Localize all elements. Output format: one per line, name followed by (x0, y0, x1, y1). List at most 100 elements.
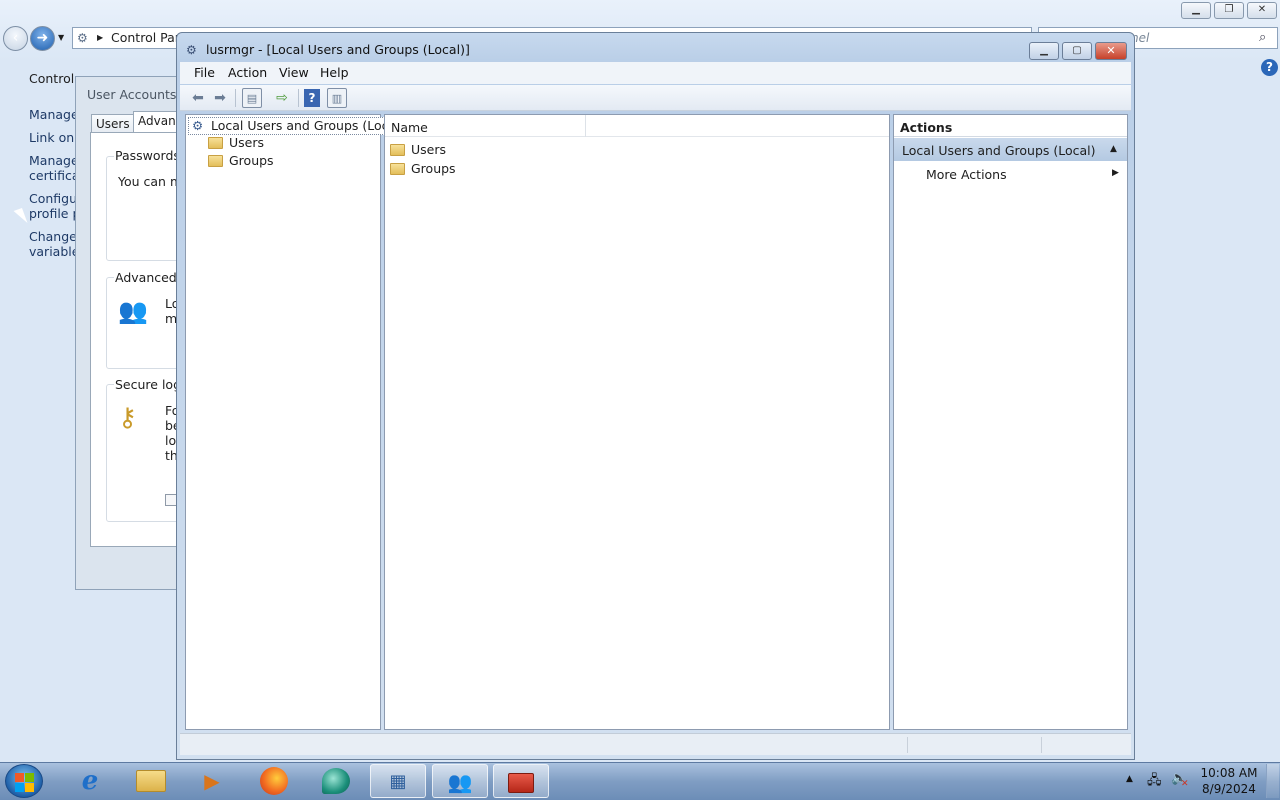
secure-logon-label: Secure logo (114, 377, 184, 392)
collapse-triangle-icon[interactable]: ▲ (1110, 144, 1117, 154)
key-icon: ⚷ (118, 403, 138, 433)
user-accounts-dialog: User Accounts Users Advanc Passwords You… (75, 76, 185, 590)
toolbar-separator (235, 89, 236, 107)
show-hide-tree-icon[interactable]: ▤ (242, 88, 262, 108)
tree-node-groups-label: Groups (229, 153, 274, 168)
file-explorer-icon[interactable] (123, 764, 179, 798)
search-icon[interactable]: ⌕ (1259, 30, 1266, 45)
cp-minimize-button[interactable]: ▁ (1181, 2, 1211, 19)
muted-x-icon: ✕ (1181, 779, 1189, 789)
minimize-button[interactable]: ▁ (1029, 42, 1059, 60)
tree-root-label: Local Users and Groups (Local) (211, 118, 405, 133)
console-tree: ⚙ Local Users and Groups (Local) Users G… (185, 114, 409, 730)
tree-node-users[interactable]: Users (208, 135, 264, 151)
cp-restore-button[interactable]: ❐ (1214, 2, 1244, 19)
control-panel-icon: ⚙ (77, 31, 88, 45)
cp-close-button[interactable]: ✕ (1247, 2, 1277, 19)
close-button[interactable]: ✕ (1095, 42, 1127, 60)
toolbox-icon (508, 773, 534, 793)
cp-link-certificates[interactable]: certificat (29, 168, 79, 183)
cp-link-variables[interactable]: variables (29, 244, 79, 259)
cp-link-change[interactable]: Change (29, 229, 79, 244)
windows-logo-icon (25, 773, 34, 782)
control-panel-task-icon[interactable]: ▦ (370, 764, 426, 798)
menu-view[interactable]: View (279, 65, 309, 80)
results-list: Name Users Groups (384, 114, 890, 730)
tree-root-local-users-groups[interactable]: ⚙ Local Users and Groups (Local) (188, 117, 409, 135)
cp-home-link[interactable]: Control P (29, 71, 79, 86)
menu-help[interactable]: Help (320, 65, 349, 80)
firefox-icon[interactable] (246, 764, 302, 798)
control-panel-titlebar: ▁ ❐ ✕ (0, 0, 1280, 24)
folder-icon (136, 770, 166, 792)
forward-button[interactable]: ➜ (30, 26, 55, 51)
toolbar: ⬅ ➡ ▤ ⇨ ? ▥ (180, 85, 1131, 111)
column-divider[interactable] (585, 115, 586, 137)
menu-file[interactable]: File (194, 65, 215, 80)
recent-pages-icon[interactable]: ▼ (58, 33, 64, 42)
folder-icon (208, 137, 223, 149)
show-hide-action-pane-icon[interactable]: ▥ (327, 88, 347, 108)
actions-title: Actions (900, 120, 953, 135)
list-item[interactable]: Users (390, 142, 446, 157)
forward-arrow-icon[interactable]: ➡ (210, 88, 230, 108)
more-actions-item[interactable]: More Actions (926, 167, 1007, 182)
internet-explorer-icon[interactable]: e (62, 764, 118, 798)
windows-logo-icon (25, 783, 34, 792)
list-item[interactable]: Groups (390, 161, 456, 176)
passwords-group (106, 156, 184, 261)
status-divider (907, 737, 908, 753)
show-hidden-icons-icon[interactable]: ▲ (1126, 774, 1133, 784)
folder-icon (390, 144, 405, 156)
status-divider (1041, 737, 1042, 753)
cp-link-manage[interactable]: Manage (29, 107, 79, 122)
folder-icon (208, 155, 223, 167)
menu-bar: File Action View Help (180, 62, 1131, 84)
media-player-icon[interactable]: ▶ (184, 764, 240, 798)
breadcrumb-arrow-icon[interactable]: ▶ (97, 28, 103, 48)
app-5-icon[interactable] (308, 764, 364, 798)
tree-node-users-label: Users (229, 135, 265, 150)
export-list-icon[interactable]: ⇨ (272, 88, 292, 108)
back-arrow-icon[interactable]: ⬅ (188, 88, 208, 108)
user-accounts-task-icon[interactable]: 👥 (432, 764, 488, 798)
actions-section-header[interactable]: Local Users and Groups (Local) ▲ (894, 138, 1127, 161)
toolbar-separator (298, 89, 299, 107)
status-bar (180, 733, 1131, 755)
network-icon[interactable]: 🖧 (1147, 771, 1162, 793)
lusrmgr-app-icon[interactable]: ⚙ (186, 43, 200, 57)
show-desktop-button[interactable] (1266, 764, 1279, 798)
window-title: lusrmgr - [Local Users and Groups (Local… (206, 42, 470, 57)
windows-logo-icon (15, 773, 24, 782)
list-item-label: Users (411, 142, 447, 157)
clock-time[interactable]: 10:08 AM (1200, 766, 1258, 780)
advanced-label: Advanced u (114, 270, 184, 285)
lusrmgr-node-icon: ⚙ (192, 118, 204, 133)
maximize-button[interactable]: ▢ (1062, 42, 1092, 60)
users-keys-icon: 👥 (118, 297, 148, 325)
folder-icon (390, 163, 405, 175)
computer-management-task-icon[interactable] (493, 764, 549, 798)
tree-node-groups[interactable]: Groups (208, 153, 274, 169)
cp-link-configure[interactable]: Configu (29, 191, 79, 206)
submenu-arrow-icon[interactable]: ▶ (1112, 168, 1119, 178)
tab-users[interactable]: Users (91, 114, 135, 134)
app-5-logo (322, 768, 350, 794)
lusrmgr-window: ⚙ lusrmgr - [Local Users and Groups (Loc… (176, 32, 1135, 760)
menu-action[interactable]: Action (228, 65, 267, 80)
back-button[interactable]: ‹ (3, 26, 28, 51)
cp-link-profile[interactable]: profile pr (29, 206, 79, 221)
list-item-label: Groups (411, 161, 456, 176)
help-icon[interactable]: ? (1261, 59, 1278, 76)
actions-pane: Actions Local Users and Groups (Local) ▲… (893, 114, 1128, 730)
start-button[interactable] (5, 764, 43, 798)
cp-link-link-online[interactable]: Link onli (29, 130, 79, 145)
actions-section-label: Local Users and Groups (Local) (902, 143, 1096, 158)
firefox-logo (260, 767, 288, 795)
clock-date[interactable]: 8/9/2024 (1200, 782, 1258, 796)
column-header-name[interactable]: Name (391, 120, 428, 135)
actions-header: Actions (894, 115, 1127, 137)
help-book-icon[interactable]: ? (304, 89, 320, 107)
cp-link-manage-certs[interactable]: Manage (29, 153, 79, 168)
list-header: Name (385, 115, 889, 137)
